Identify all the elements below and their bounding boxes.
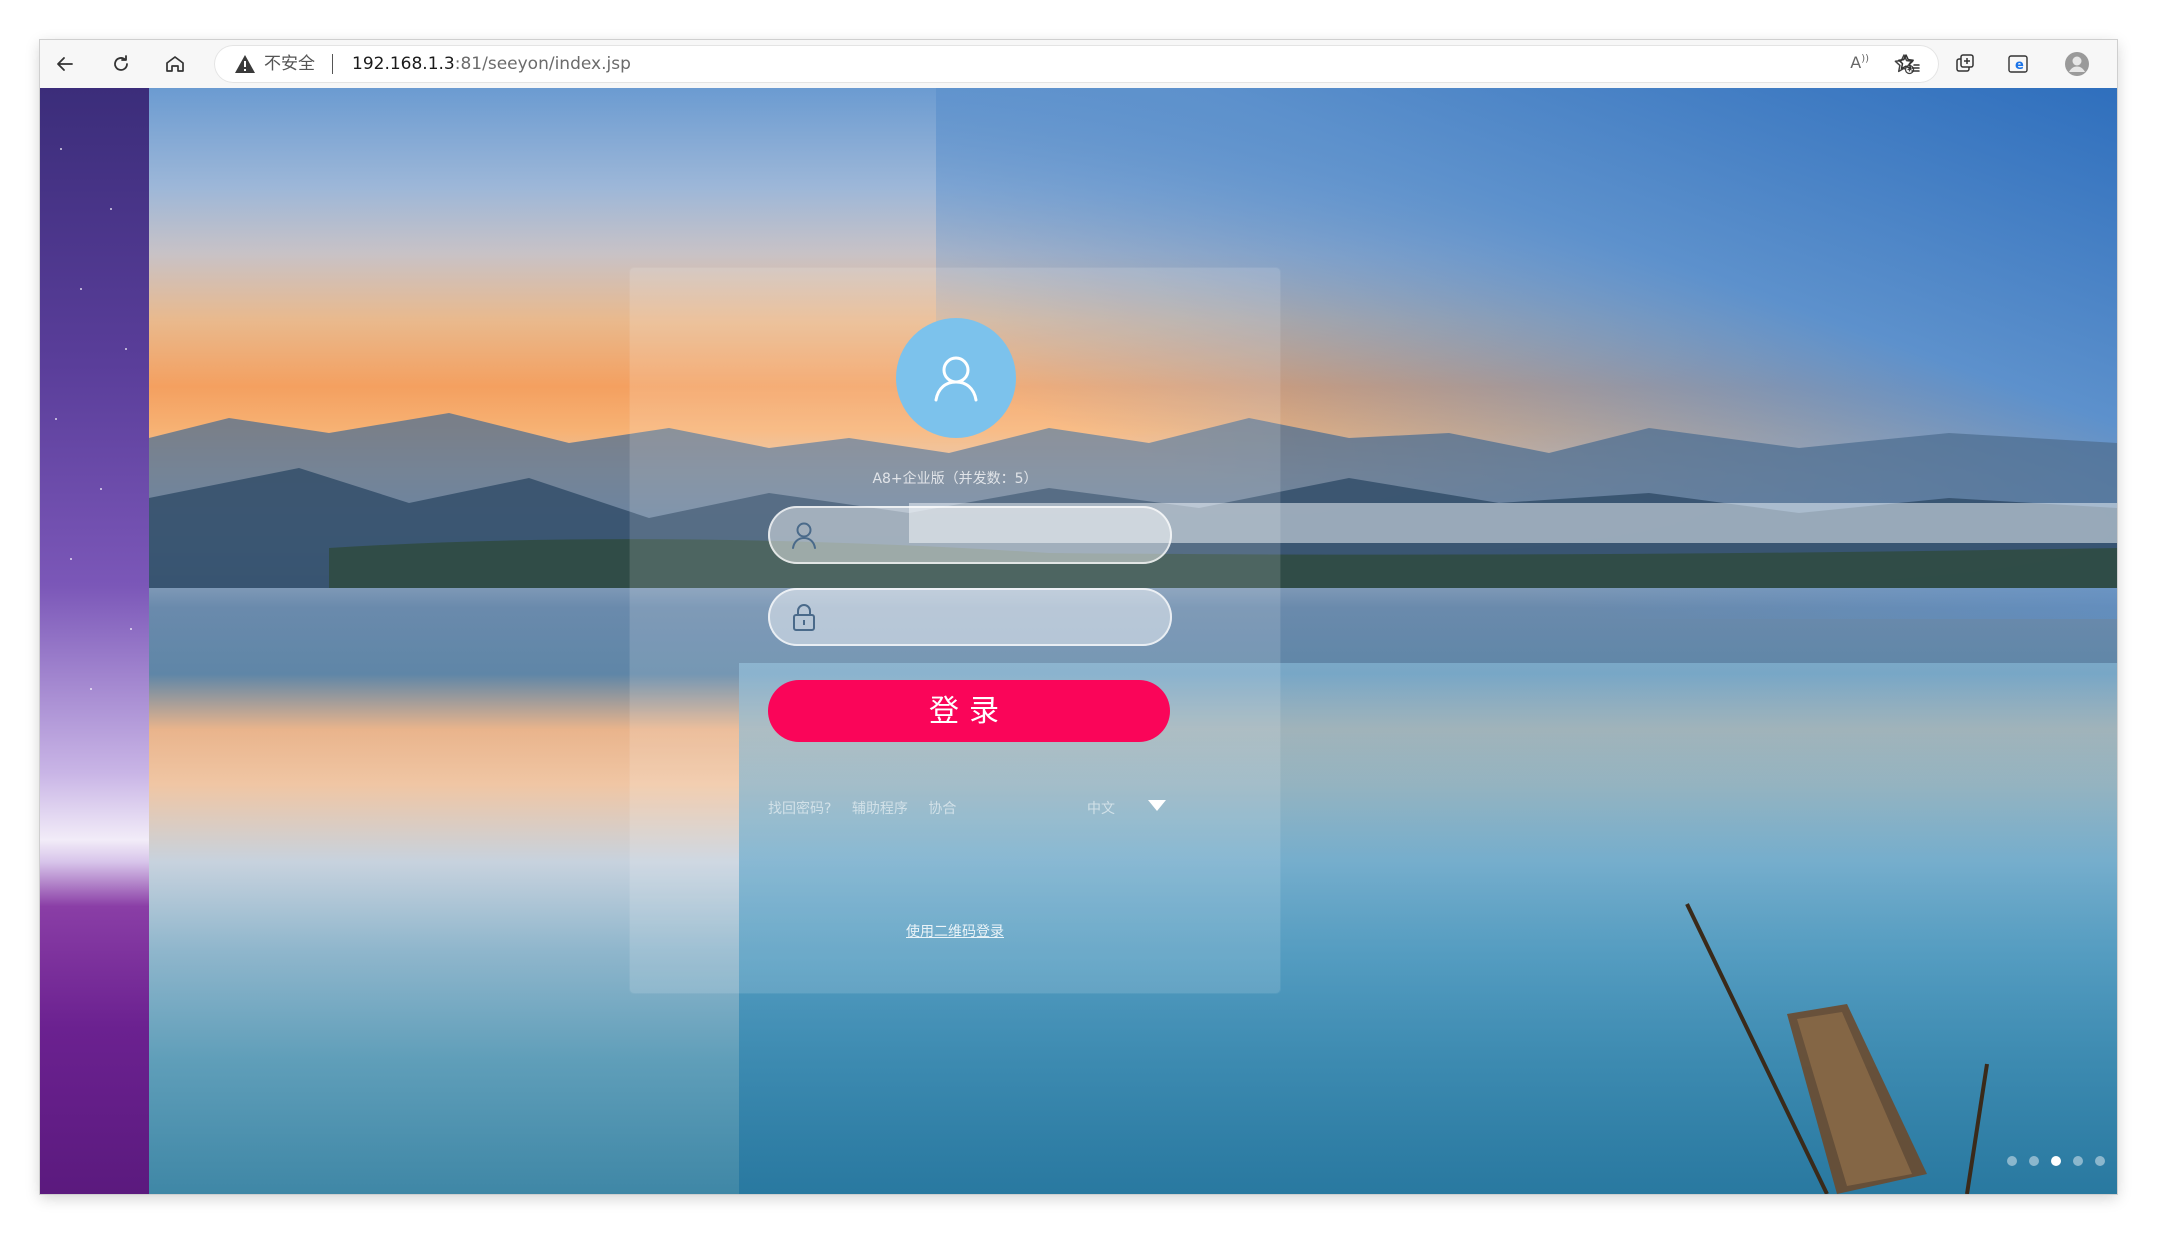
ie-mode-icon: e bbox=[2008, 55, 2028, 73]
language-select[interactable]: 中文 bbox=[1087, 798, 1115, 818]
carousel-dot[interactable] bbox=[2095, 1156, 2105, 1166]
address-bar[interactable]: 不安全 192.168.1.3:81/seeyon/index.jsp A)) bbox=[214, 45, 1939, 83]
carousel-dot[interactable] bbox=[2073, 1156, 2083, 1166]
username-field[interactable] bbox=[768, 506, 1172, 566]
username-input[interactable] bbox=[828, 506, 1152, 566]
forgot-password-link[interactable]: 找回密码? bbox=[768, 801, 831, 817]
address-separator bbox=[332, 54, 333, 74]
url-path: :81/seeyon/index.jsp bbox=[454, 54, 631, 74]
login-panel: A8+企业版（并发数：5） 登录 找回密码? 辅助程序 协合 中文 使用二维码登… bbox=[630, 268, 1280, 993]
back-button[interactable] bbox=[50, 49, 80, 79]
helper-program-link[interactable]: 辅助程序 bbox=[852, 801, 908, 817]
favorites-button[interactable] bbox=[1894, 49, 1924, 79]
page-viewport: A8+企业版（并发数：5） 登录 找回密码? 辅助程序 协合 中文 使用二维码登… bbox=[40, 88, 2117, 1194]
favorites-icon bbox=[1898, 54, 1920, 72]
carousel-dots bbox=[2007, 1156, 2105, 1166]
ie-mode-button[interactable]: e bbox=[2004, 49, 2034, 79]
url-host: 192.168.1.3 bbox=[352, 54, 455, 74]
profile-avatar-icon bbox=[2065, 52, 2089, 76]
helper-links: 找回密码? 辅助程序 协合 bbox=[768, 798, 972, 818]
user-icon bbox=[792, 522, 816, 549]
refresh-icon bbox=[114, 55, 128, 71]
profile-button[interactable] bbox=[2062, 49, 2092, 79]
password-input[interactable] bbox=[828, 588, 1152, 648]
read-aloud-icon[interactable]: A)) bbox=[1850, 53, 1869, 72]
back-arrow-icon bbox=[57, 57, 73, 71]
svg-text:e: e bbox=[2015, 58, 2024, 73]
home-icon bbox=[166, 56, 184, 72]
collections-icon bbox=[1956, 54, 1974, 72]
browser-window: 不安全 192.168.1.3:81/seeyon/index.jsp A)) bbox=[40, 40, 2117, 1194]
home-button[interactable] bbox=[160, 49, 190, 79]
user-icon bbox=[934, 356, 978, 402]
carousel-dot[interactable] bbox=[2029, 1156, 2039, 1166]
boat-illustration bbox=[1685, 903, 1989, 1194]
browser-toolbar: 不安全 192.168.1.3:81/seeyon/index.jsp A)) bbox=[40, 40, 2117, 89]
warning-icon bbox=[235, 55, 255, 73]
security-label[interactable]: 不安全 bbox=[264, 54, 315, 74]
refresh-button[interactable] bbox=[106, 49, 136, 79]
login-button[interactable]: 登录 bbox=[768, 680, 1170, 742]
qr-login-link[interactable]: 使用二维码登录 bbox=[630, 921, 1280, 941]
lock-icon bbox=[793, 604, 815, 631]
password-field[interactable] bbox=[768, 588, 1172, 648]
url-text[interactable]: 192.168.1.3:81/seeyon/index.jsp bbox=[352, 54, 631, 74]
carousel-dot[interactable] bbox=[2007, 1156, 2017, 1166]
user-avatar bbox=[896, 318, 1016, 438]
edition-label: A8+企业版（并发数：5） bbox=[872, 471, 1038, 487]
agreement-link[interactable]: 协合 bbox=[928, 801, 956, 817]
side-background-strip bbox=[40, 88, 149, 1194]
carousel-dot-active[interactable] bbox=[2051, 1156, 2061, 1166]
chevron-down-icon[interactable] bbox=[1148, 800, 1166, 811]
collections-button[interactable] bbox=[1950, 49, 1980, 79]
